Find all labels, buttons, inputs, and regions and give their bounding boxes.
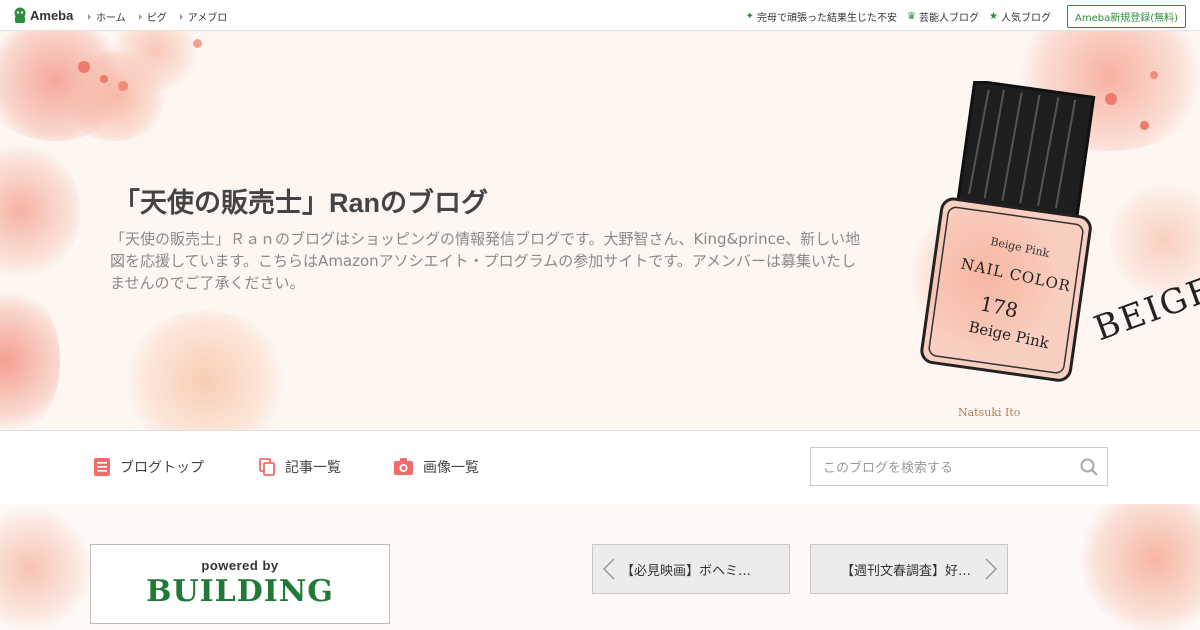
search-icon[interactable] (1080, 458, 1098, 476)
document-icon (94, 458, 110, 476)
lower-content: powered by BUILDING 【必見映画】ボヘミ… 【週刊文春調査】好… (0, 504, 1200, 630)
top-nav-label: ホーム (96, 13, 126, 24)
top-bar: Ameba ホーム ピグ アメブロ ✦ 完母で頑張った結果生じた不安 ♛ 芸能人… (0, 0, 1200, 31)
top-nav-home[interactable]: ホーム (88, 9, 126, 24)
nav-image-list[interactable]: 画像一覧 (394, 457, 479, 477)
celebrity-blog-label: 芸能人ブログ (919, 13, 980, 24)
blog-header: 「天使の販売士」Ranのブログ 「天使の販売士」Ｒａｎのブログはショッピングの情… (0, 31, 1200, 430)
popular-blog-link[interactable]: ★ 人気ブログ (989, 9, 1051, 24)
trending-topic-label: 完母で頑張った結果生じた不安 (757, 13, 898, 24)
nav-article-list-label: 記事一覧 (285, 460, 341, 476)
nav-image-list-label: 画像一覧 (423, 460, 479, 476)
camera-icon (394, 458, 413, 476)
ameba-logo[interactable]: Ameba (13, 6, 73, 24)
blog-nav-bar: ブログトップ 記事一覧 画像一覧 (0, 430, 1200, 505)
building-banner[interactable]: powered by BUILDING (90, 544, 390, 624)
prev-article-button[interactable]: 【必見映画】ボヘミ… (592, 544, 790, 594)
top-nav-label: ピグ (146, 13, 167, 24)
nav-blog-top[interactable]: ブログトップ (94, 457, 204, 477)
crown-icon: ♛ (907, 11, 917, 22)
logo-text: Ameba (30, 7, 74, 23)
top-nav-pigg[interactable]: ピグ (138, 9, 167, 24)
artist-signature: Natsuki Ito (958, 406, 1021, 419)
blog-search-input[interactable] (821, 457, 1075, 479)
blog-title[interactable]: 「天使の販売士」Ranのブログ (113, 181, 488, 220)
top-nav-ameblo[interactable]: アメブロ (179, 9, 228, 24)
signup-button[interactable]: Ameba新規登録(無料) (1066, 5, 1186, 28)
blog-description: 「天使の販売士」Ｒａｎのブログはショッピングの情報発信ブログです。大野智さん、K… (110, 230, 861, 292)
next-article-button[interactable]: 【週刊文春調査】好… (810, 544, 1008, 594)
ameba-logo-icon (14, 7, 26, 23)
blog-search-box (810, 447, 1108, 486)
top-nav-label: アメブロ (187, 13, 228, 24)
powered-by-text: powered by (201, 558, 279, 573)
chevron-right-icon (985, 558, 998, 580)
trending-topic-link[interactable]: ✦ 完母で頑張った結果生じた不安 (746, 9, 897, 24)
triangle-right-icon (88, 13, 91, 20)
top-right-links: ✦ 完母で頑張った結果生じた不安 ♛ 芸能人ブログ ★ 人気ブログ Ameba新… (736, 5, 1186, 28)
triangle-right-icon (138, 13, 142, 20)
sparkle-icon: ✦ (745, 11, 755, 22)
building-logo-text: BUILDING (146, 574, 334, 609)
top-nav: ホーム ピグ アメブロ (88, 9, 240, 24)
celebrity-blog-link[interactable]: ♛ 芸能人ブログ (907, 9, 979, 24)
nav-blog-top-label: ブログトップ (120, 460, 204, 476)
nail-polish-illustration: Beige Pink NAIL COLOR 178 Beige Pink BEI… (880, 79, 1200, 430)
nav-article-list[interactable]: 記事一覧 (259, 457, 341, 477)
popular-blog-label: 人気ブログ (1000, 13, 1051, 24)
chevron-left-icon (602, 558, 615, 580)
star-icon: ★ (989, 11, 998, 22)
triangle-right-icon (179, 13, 183, 20)
next-article-label: 【週刊文春調査】好… (841, 563, 972, 579)
copy-icon (259, 458, 275, 476)
prev-article-label: 【必見映画】ボヘミ… (621, 563, 752, 579)
